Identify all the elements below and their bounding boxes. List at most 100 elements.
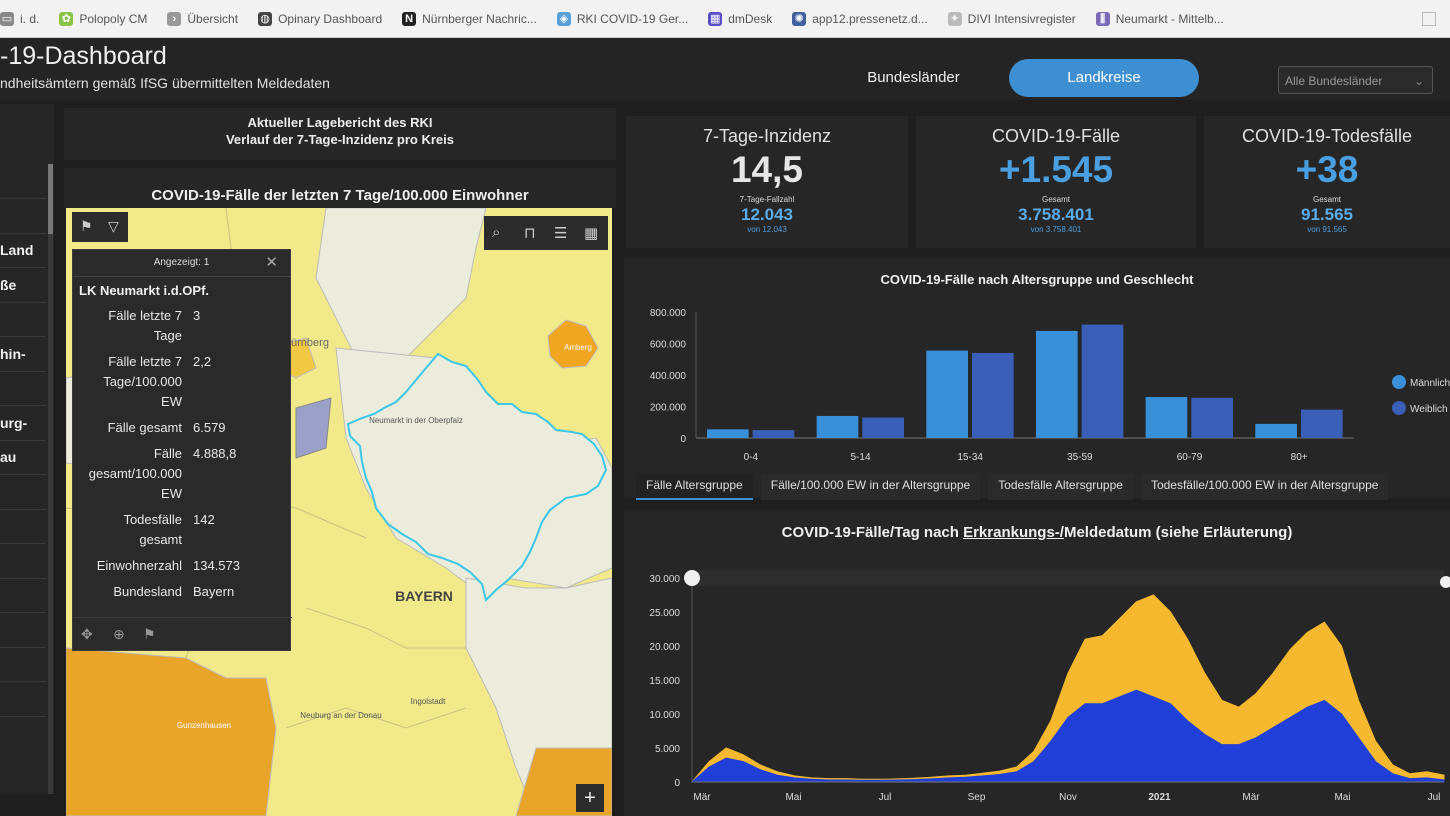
district-list-item[interactable] — [0, 199, 46, 234]
district-list-item[interactable]: urg- — [0, 406, 46, 441]
rki-report-box[interactable]: Aktueller Lagebericht des RKI Verlauf de… — [64, 108, 616, 160]
bookmark-item[interactable]: ⫼ Neumarkt - Mittelb... — [1086, 11, 1234, 26]
age-chart-title: COVID-19-Fälle nach Altersgruppe und Ges… — [880, 272, 1194, 287]
district-list-item[interactable] — [0, 544, 46, 579]
range-slider-track[interactable] — [692, 570, 1444, 586]
flag-icon[interactable]: ⚑ — [80, 218, 93, 235]
age-chart-tab[interactable]: Fälle/100.000 EW in der Altersgruppe — [760, 474, 981, 500]
chevron-down-icon[interactable]: ▽ — [108, 218, 119, 235]
bookmark-item[interactable]: ✦ DIVI Intensivregister — [938, 11, 1086, 26]
bookmark-item[interactable]: ✿ Polopoly CM — [49, 11, 157, 26]
district-list-item[interactable] — [0, 578, 46, 613]
popup-field-label: Fälle gesamt — [72, 418, 182, 438]
x-tick-label: Jul — [879, 792, 892, 803]
popup-footer: ✥ ⊕ ⚑ — [73, 617, 292, 650]
age-chart-tab[interactable]: Todesfälle/100.000 EW in der Altersgrupp… — [1140, 474, 1389, 500]
popup-field-label-line: Tage/100.000 — [103, 374, 182, 389]
district-popup: Angezeigt: 1 ✕ LK Neumarkt i.d.OPf. ✥ ⊕ … — [72, 249, 292, 651]
y-tick-label: 200.000 — [650, 403, 687, 414]
age-chart-tab[interactable]: Todesfälle Altersgruppe — [988, 474, 1133, 500]
bookmark-label: app12.pressenetz.d... — [812, 11, 928, 26]
bookmark-item[interactable]: ◍ Opinary Dashboard — [248, 11, 392, 26]
bookmark-label: Übersicht — [187, 11, 239, 26]
basemap-grid-icon[interactable]: ▦ — [584, 224, 598, 242]
x-tick-label: 5-14 — [850, 452, 870, 463]
bar-weiblich-0-4[interactable] — [752, 430, 795, 438]
bar-weiblich-15-34[interactable] — [971, 352, 1014, 438]
bar-weiblich-80+[interactable] — [1300, 409, 1343, 438]
tab-bundeslaender[interactable]: Bundesländer — [836, 59, 991, 97]
window-corner-icon — [1422, 12, 1436, 26]
leaf-icon: ✿ — [59, 11, 74, 26]
x-tick-label: Jul — [1428, 792, 1441, 803]
pan-icon[interactable]: ✥ — [81, 626, 93, 643]
tab-landkreise[interactable]: Landkreise — [1009, 59, 1199, 97]
x-tick-label: 60-79 — [1177, 452, 1203, 463]
bookmark-item[interactable]: ▦ dmDesk — [698, 11, 782, 26]
x-tick-label: 15-34 — [957, 452, 983, 463]
kpi-title: COVID-19-Fälle — [991, 126, 1121, 146]
district-list-item[interactable] — [0, 371, 46, 406]
popup-header: Angezeigt: 1 ✕ — [73, 250, 290, 277]
bookmark-item[interactable]: › Übersicht — [157, 11, 248, 26]
district-list-item[interactable] — [0, 509, 46, 544]
bar-männlich-80+[interactable] — [1255, 423, 1297, 438]
district-list-item[interactable]: au — [0, 440, 46, 475]
close-icon[interactable]: ✕ — [265, 250, 278, 276]
popup-field-label-line: Bundesland — [113, 584, 182, 599]
bar-weiblich-5-14[interactable] — [862, 417, 904, 438]
district-list-item[interactable]: hin- — [0, 337, 46, 372]
popup-field-label: Todesfälle gesamt — [72, 510, 182, 550]
daily-chart-title-post: Meldedatum (siehe Erläuterung) — [1063, 524, 1293, 541]
legend-label: Weiblich — [1410, 404, 1448, 415]
label-gunzenhausen: Gunzenhausen — [177, 721, 231, 730]
bar-männlich-60-79[interactable] — [1145, 397, 1188, 438]
bookmark-item[interactable]: ◈ RKI COVID-19 Ger... — [547, 11, 698, 26]
bar-männlich-0-4[interactable] — [706, 429, 749, 438]
bookmark-icon[interactable]: ⊓ — [524, 224, 536, 242]
kpi-sub-value: 91.565 — [1301, 205, 1353, 224]
district-list-item[interactable] — [0, 682, 46, 717]
y-tick-label: 800.000 — [650, 308, 687, 319]
list-icon[interactable]: ☰ — [554, 224, 567, 242]
bar-männlich-5-14[interactable] — [816, 415, 859, 438]
popup-field-value: 142 — [193, 512, 215, 527]
zoom-to-icon[interactable]: ⊕ — [113, 626, 125, 643]
kpi-value: 14,5 — [730, 149, 803, 190]
bar-männlich-35-59[interactable] — [1035, 330, 1078, 438]
bookmark-item[interactable]: ▭ i. d. — [0, 11, 49, 26]
bookmark-item[interactable]: N Nürnberger Nachric... — [392, 11, 547, 26]
district-list-item[interactable] — [0, 647, 46, 682]
search-icon[interactable]: ⌕ — [492, 224, 500, 241]
bar-weiblich-60-79[interactable] — [1191, 397, 1233, 438]
district-list-item[interactable]: Land — [0, 233, 46, 268]
y-tick-label: 30.000 — [649, 574, 680, 585]
district-list-item[interactable]: ße — [0, 268, 46, 303]
district-list-item[interactable] — [0, 475, 46, 510]
range-slider-handle-left[interactable] — [684, 570, 700, 586]
rki-report-subtitle[interactable]: Verlauf der 7-Tage-Inzidenz pro Kreis — [64, 131, 616, 148]
map-title: COVID-19-Fälle der letzten 7 Tage/100.00… — [151, 187, 529, 204]
age-chart-tab[interactable]: Fälle Altersgruppe — [636, 474, 753, 500]
popup-field-label-line: Todesfälle — [123, 512, 182, 527]
bookmark-item[interactable]: ✺ app12.pressenetz.d... — [782, 11, 937, 26]
erkrankungs-link[interactable]: Erkrankungs-/ — [963, 524, 1064, 541]
scrollbar-thumb[interactable] — [48, 164, 53, 234]
popup-field-label: Fälle gesamt/100.000 EW — [72, 444, 182, 504]
flag-icon[interactable]: ⚑ — [143, 626, 156, 643]
scrollbar[interactable] — [48, 164, 53, 794]
kpi-footer: von 12.043 — [747, 225, 787, 234]
dashboard-header: -19-Dashboard ndheitsämtern gemäß IfSG ü… — [0, 38, 1450, 100]
popup-field-label-line: EW — [161, 486, 182, 501]
bundesland-select[interactable]: Alle Bundesländer ⌄ — [1278, 66, 1433, 94]
district-list-item[interactable] — [0, 302, 46, 337]
popup-district-name: LK Neumarkt i.d.OPf. — [79, 283, 210, 298]
bookmarks-bar: ▭ i. d. ✿ Polopoly CM › Übersicht ◍ Opinary Das… — [0, 0, 1450, 38]
district-list-item[interactable] — [0, 164, 46, 199]
bar-männlich-15-34[interactable] — [926, 350, 968, 438]
zoom-in-button[interactable]: + — [576, 784, 604, 812]
district-list-item[interactable] — [0, 613, 46, 648]
bar-weiblich-35-59[interactable] — [1081, 324, 1124, 438]
rki-report-title[interactable]: Aktueller Lagebericht des RKI — [64, 114, 616, 131]
daily-cases-chart-panel: COVID-19-Fälle/Tag nach Erkrankungs-/Mel… — [624, 510, 1450, 816]
